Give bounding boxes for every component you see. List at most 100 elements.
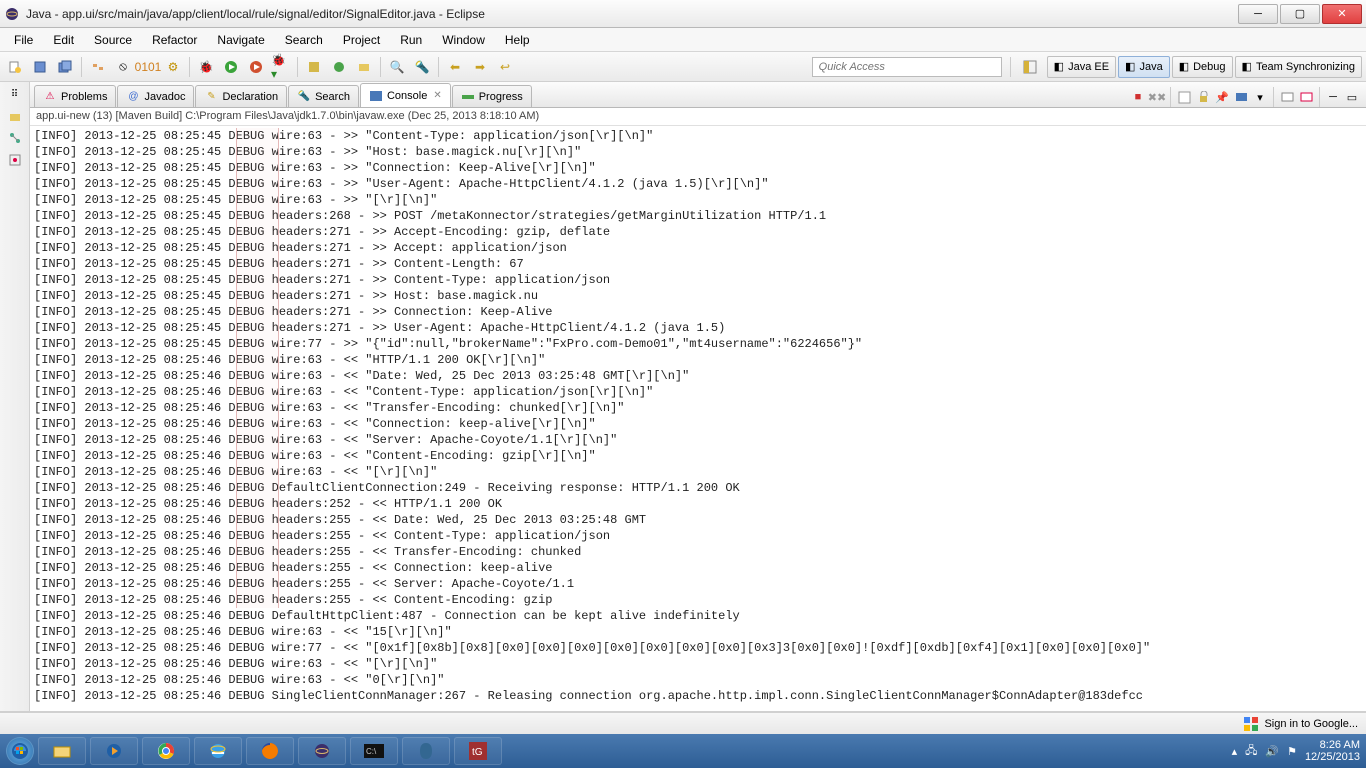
minimize-view-button[interactable]: ─ xyxy=(1325,89,1341,105)
perspective-debug[interactable]: ◧Debug xyxy=(1172,56,1233,78)
save-button[interactable] xyxy=(29,56,51,78)
save-all-button[interactable] xyxy=(54,56,76,78)
taskbar-pgadmin[interactable] xyxy=(402,737,450,765)
workspace: ⠿ ⚠Problems@Javadoc✎Declaration🔦SearchCo… xyxy=(0,82,1366,712)
navigator-icon[interactable] xyxy=(7,152,23,168)
maximize-view-button[interactable]: ▭ xyxy=(1344,89,1360,105)
tab-problems[interactable]: ⚠Problems xyxy=(34,85,116,107)
tray-network-icon[interactable]: 🖧 xyxy=(1245,742,1257,761)
perspective-java-ee[interactable]: ◧Java EE xyxy=(1047,56,1116,78)
search-button[interactable]: 🔦 xyxy=(411,56,433,78)
tab-javadoc[interactable]: @Javadoc xyxy=(117,85,194,107)
maximize-button[interactable]: ▢ xyxy=(1280,4,1320,24)
menubar: FileEditSourceRefactorNavigateSearchProj… xyxy=(0,28,1366,52)
show-console-output-button[interactable] xyxy=(1279,89,1295,105)
menu-project[interactable]: Project xyxy=(333,31,390,49)
java-icon: ◧ xyxy=(1125,60,1135,73)
problems-icon: ⚠ xyxy=(43,90,57,104)
restore-icon[interactable]: ⠿ xyxy=(7,86,23,102)
start-button[interactable] xyxy=(6,737,34,765)
taskbar-chrome[interactable] xyxy=(142,737,190,765)
java-ee-icon: ◧ xyxy=(1054,60,1064,73)
display-console-button[interactable] xyxy=(1233,89,1249,105)
progress-icon xyxy=(461,90,475,104)
team-sync-icon: ◧ xyxy=(1242,60,1252,73)
google-signin-label[interactable]: Sign in to Google... xyxy=(1264,718,1358,730)
tray-action-center-icon[interactable]: ⚑ xyxy=(1287,745,1297,758)
run-external-button[interactable] xyxy=(245,56,267,78)
open-console-button[interactable]: ▾ xyxy=(1252,89,1268,105)
quick-access-input[interactable] xyxy=(812,57,1002,77)
tab-progress[interactable]: Progress xyxy=(452,85,532,107)
compare-button[interactable]: ⚙ xyxy=(162,56,184,78)
clear-console-button[interactable] xyxy=(1176,89,1192,105)
javadoc-icon: @ xyxy=(126,90,140,104)
tray-clock[interactable]: 8:26 AM 12/25/2013 xyxy=(1305,739,1360,763)
taskbar-explorer[interactable] xyxy=(38,737,86,765)
new-folder-button[interactable] xyxy=(353,56,375,78)
new-package-button[interactable] xyxy=(303,56,325,78)
main-toolbar: ⦸ 0101 ⚙ 🐞 🐞▾ 🔍 🔦 ⬅ ➡ ↩ ◧Java EE◧Java◧De… xyxy=(0,52,1366,82)
menu-help[interactable]: Help xyxy=(495,31,540,49)
statusbar: Sign in to Google... xyxy=(0,712,1366,734)
trim-stack: ⠿ xyxy=(0,82,30,711)
terminate-button[interactable]: ■ xyxy=(1130,89,1146,105)
package-explorer-icon[interactable] xyxy=(7,108,23,124)
taskbar-tortoisegit[interactable]: tG xyxy=(454,737,502,765)
window-titlebar: Java - app.ui/src/main/java/app/client/l… xyxy=(0,0,1366,28)
menu-search[interactable]: Search xyxy=(275,31,333,49)
open-perspective-button[interactable] xyxy=(1019,56,1041,78)
search-icon: 🔦 xyxy=(297,90,311,104)
menu-run[interactable]: Run xyxy=(390,31,432,49)
nav-back-button[interactable]: ⬅ xyxy=(444,56,466,78)
tab-declaration[interactable]: ✎Declaration xyxy=(195,85,287,107)
type-hierarchy-icon[interactable] xyxy=(7,130,23,146)
run-button[interactable] xyxy=(220,56,242,78)
console-icon xyxy=(369,89,383,103)
tab-console[interactable]: Console✕ xyxy=(360,83,451,107)
debug-last-button[interactable]: 🐞▾ xyxy=(270,56,292,78)
system-tray: ▴ 🖧 🔊 ⚑ 8:26 AM 12/25/2013 xyxy=(1232,739,1360,763)
debug-button[interactable]: 🐞 xyxy=(195,56,217,78)
close-button[interactable]: ✕ xyxy=(1322,4,1362,24)
menu-edit[interactable]: Edit xyxy=(43,31,84,49)
pin-console-button[interactable]: 📌 xyxy=(1214,89,1230,105)
console-output[interactable]: [INFO] 2013-12-25 08:25:45 DEBUG wire:63… xyxy=(30,126,1366,711)
menu-window[interactable]: Window xyxy=(432,31,495,49)
minimize-button[interactable]: ─ xyxy=(1238,4,1278,24)
new-class-button[interactable] xyxy=(328,56,350,78)
taskbar: C:\ tG ▴ 🖧 🔊 ⚑ 8:26 AM 12/25/2013 xyxy=(0,734,1366,768)
taskbar-mediaplayer[interactable] xyxy=(90,737,138,765)
menu-navigate[interactable]: Navigate xyxy=(207,31,274,49)
tab-search[interactable]: 🔦Search xyxy=(288,85,359,107)
menu-refactor[interactable]: Refactor xyxy=(142,31,207,49)
scroll-lock-button[interactable] xyxy=(1195,89,1211,105)
taskbar-ie[interactable] xyxy=(194,737,242,765)
perspective-java[interactable]: ◧Java xyxy=(1118,56,1170,78)
show-console-error-button[interactable] xyxy=(1298,89,1314,105)
menu-file[interactable]: File xyxy=(4,31,43,49)
remove-all-terminated-button[interactable]: ✖✖ xyxy=(1149,89,1165,105)
eclipse-icon xyxy=(4,6,20,22)
build-button[interactable]: 0101 xyxy=(137,56,159,78)
last-edit-button[interactable]: ↩ xyxy=(494,56,516,78)
nav-forward-button[interactable]: ➡ xyxy=(469,56,491,78)
svg-text:C:\: C:\ xyxy=(366,747,377,756)
window-title: Java - app.ui/src/main/java/app/client/l… xyxy=(26,7,1238,21)
perspective-team-synchronizing[interactable]: ◧Team Synchronizing xyxy=(1235,56,1362,78)
view-tabs: ⚠Problems@Javadoc✎Declaration🔦SearchCons… xyxy=(30,82,1366,108)
tray-volume-icon[interactable]: 🔊 xyxy=(1265,745,1279,758)
taskbar-eclipse[interactable] xyxy=(298,737,346,765)
new-button[interactable] xyxy=(4,56,26,78)
svg-text:tG: tG xyxy=(472,747,483,758)
toggle-breadcrumb-button[interactable] xyxy=(87,56,109,78)
declaration-icon: ✎ xyxy=(204,90,218,104)
menu-source[interactable]: Source xyxy=(84,31,142,49)
skip-breakpoints-button[interactable]: ⦸ xyxy=(112,56,134,78)
close-icon[interactable]: ✕ xyxy=(433,90,441,101)
taskbar-cmd[interactable]: C:\ xyxy=(350,737,398,765)
tray-show-hidden-icon[interactable]: ▴ xyxy=(1232,745,1238,758)
open-type-button[interactable]: 🔍 xyxy=(386,56,408,78)
taskbar-firefox[interactable] xyxy=(246,737,294,765)
google-signin-icon[interactable] xyxy=(1244,717,1258,731)
